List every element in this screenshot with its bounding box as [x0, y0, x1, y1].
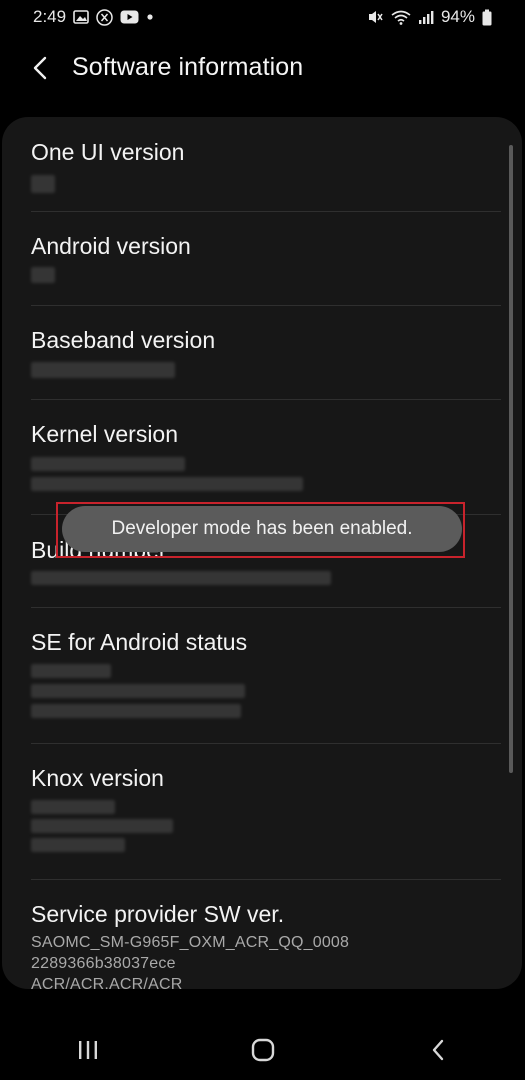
redacted-value — [31, 477, 303, 491]
mute-vibrate-icon — [367, 9, 384, 25]
signal-icon — [418, 10, 434, 25]
app-header: Software information — [0, 44, 525, 92]
divider — [31, 743, 501, 744]
list-item-title: SE for Android status — [31, 629, 248, 655]
youtube-icon — [120, 10, 139, 24]
list-item-title: Kernel version — [31, 421, 179, 447]
home-button[interactable] — [233, 1020, 293, 1080]
divider — [31, 305, 501, 306]
status-right: 94% — [367, 7, 492, 27]
back-button[interactable] — [26, 54, 54, 82]
status-bar: 2:49 94% — [0, 0, 525, 34]
list-item-title: Android version — [31, 233, 191, 259]
redacted-value — [31, 267, 55, 283]
navigation-bar — [0, 1020, 525, 1080]
redacted-value — [31, 571, 331, 585]
divider — [31, 399, 501, 400]
divider — [31, 211, 501, 212]
redacted-value — [31, 457, 185, 471]
scrollbar[interactable] — [509, 145, 513, 773]
redacted-value — [31, 800, 115, 814]
list-item-value-line: 2289366b38037ece — [31, 955, 176, 972]
redacted-value — [31, 684, 245, 698]
gallery-icon — [73, 10, 89, 24]
toast-highlight-box — [56, 502, 465, 558]
redacted-value — [31, 838, 125, 852]
divider — [31, 607, 501, 608]
back-nav-button[interactable] — [408, 1020, 468, 1080]
dot-icon — [146, 13, 154, 21]
status-time: 2:49 — [33, 7, 67, 26]
back-icon — [432, 1039, 443, 1061]
list-item-title: Baseband version — [31, 327, 216, 353]
list-item-value-line: SAOMC_SM-G965F_OXM_ACR_QQ_0008 — [31, 934, 350, 951]
page-title: Software information — [72, 53, 304, 81]
recent-apps-icon — [78, 1041, 97, 1059]
redacted-value — [31, 175, 55, 193]
chevron-left-icon — [33, 56, 47, 80]
redacted-value — [31, 819, 173, 833]
divider — [31, 879, 501, 880]
home-icon — [251, 1038, 274, 1062]
list-item-value-line: ACR/ACR,ACR/ACR — [31, 976, 183, 989]
list-item-title: Knox version — [31, 765, 164, 791]
x-logo-icon — [96, 8, 113, 26]
list-item-title: One UI version — [31, 139, 185, 165]
status-left: 2:49 — [33, 7, 154, 27]
redacted-value — [31, 704, 241, 718]
recent-apps-button[interactable] — [58, 1020, 118, 1080]
redacted-value — [31, 362, 175, 378]
redacted-value — [31, 664, 111, 678]
battery-icon — [482, 9, 492, 26]
list-item-title: Service provider SW ver. — [31, 901, 285, 927]
battery-percent: 94% — [440, 7, 475, 26]
wifi-icon — [391, 10, 411, 25]
